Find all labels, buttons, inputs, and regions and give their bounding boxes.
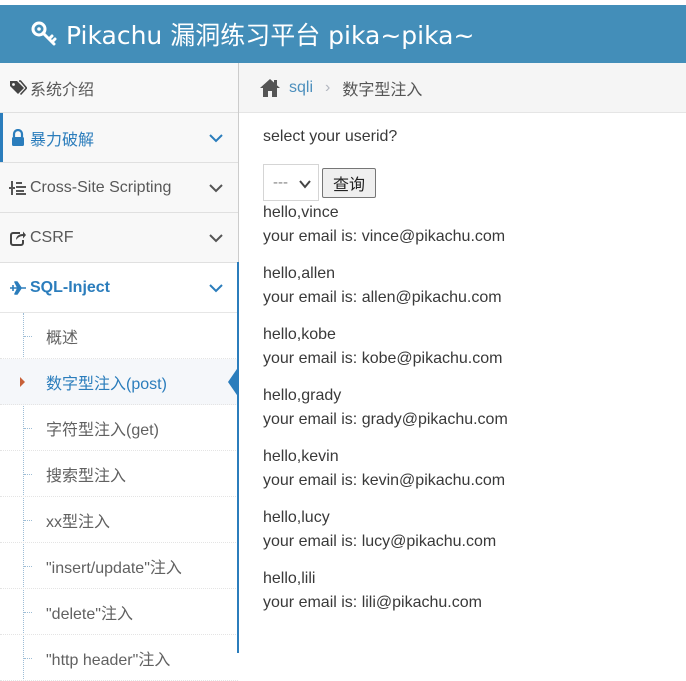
sidebar-item-label: 暴力破解 bbox=[30, 131, 95, 149]
main-content: select your userid? --- 查询 hello,vince y… bbox=[263, 113, 683, 628]
chevron-down-icon[interactable] bbox=[208, 180, 224, 196]
chevron-down-icon[interactable] bbox=[208, 230, 224, 246]
result-greeting: hello,allen bbox=[263, 265, 336, 282]
result-item: hello,allen your email is: allen@pikachu… bbox=[263, 262, 683, 323]
submenu-item-http-header[interactable]: "http header"注入 bbox=[0, 635, 238, 681]
breadcrumb-current: 数字型注入 bbox=[342, 81, 423, 99]
plane-icon bbox=[8, 278, 28, 298]
sidebar-item-label: Cross-Site Scripting bbox=[30, 178, 172, 196]
result-greeting: hello,lucy bbox=[263, 509, 330, 526]
result-greeting: hello,vince bbox=[263, 204, 339, 221]
submenu-item-label: 数字型注入(post) bbox=[46, 375, 167, 393]
result-greeting: hello,kobe bbox=[263, 326, 336, 343]
result-item: hello,lucy your email is: lucy@pikachu.c… bbox=[263, 506, 683, 567]
result-email: your email is: allen@pikachu.com bbox=[263, 289, 502, 306]
key-icon bbox=[30, 20, 58, 48]
submenu-item-label: 搜索型注入 bbox=[46, 467, 127, 485]
query-button[interactable]: 查询 bbox=[322, 168, 377, 198]
share-icon bbox=[8, 228, 28, 248]
lock-icon bbox=[8, 128, 28, 148]
top-navbar: Pikachu 漏洞练习平台 pika~pika~ bbox=[0, 0, 686, 63]
result-email: your email is: grady@pikachu.com bbox=[263, 411, 508, 428]
caret-right-icon bbox=[20, 376, 25, 387]
sql-inject-submenu: 概述 数字型注入(post) 字符型注入(get) 搜索型注入 xx型注入 "i… bbox=[0, 313, 239, 681]
sidebar-item-sql-inject[interactable]: SQL-Inject bbox=[0, 263, 238, 313]
submenu-item-xx[interactable]: xx型注入 bbox=[0, 497, 238, 543]
result-greeting: hello,kevin bbox=[263, 448, 339, 465]
userid-prompt: select your userid? bbox=[263, 128, 398, 145]
list-tree-icon bbox=[8, 178, 28, 198]
result-item: hello,lili your email is: lili@pikachu.c… bbox=[263, 567, 683, 628]
sidebar-accent-line bbox=[237, 262, 239, 653]
submenu-item-label: xx型注入 bbox=[46, 513, 111, 531]
submenu-item-label: 字符型注入(get) bbox=[46, 421, 159, 439]
chevron-down-icon[interactable] bbox=[208, 130, 224, 146]
result-email: your email is: lili@pikachu.com bbox=[263, 594, 482, 611]
select-value: --- bbox=[273, 173, 288, 191]
result-item: hello,kobe your email is: kobe@pikachu.c… bbox=[263, 323, 683, 384]
sidebar-item-brute-force[interactable]: 暴力破解 bbox=[0, 113, 238, 163]
submenu-item-string-get[interactable]: 字符型注入(get) bbox=[0, 405, 238, 451]
userid-select[interactable]: --- bbox=[263, 163, 319, 201]
app-title[interactable]: Pikachu 漏洞练习平台 pika~pika~ bbox=[66, 16, 474, 52]
query-form: --- 查询 bbox=[263, 163, 683, 201]
sidebar-item-intro[interactable]: 系统介绍 bbox=[0, 63, 238, 113]
sidebar-item-label: SQL-Inject bbox=[30, 278, 111, 296]
result-email: your email is: vince@pikachu.com bbox=[263, 228, 506, 245]
results-list: hello,vince your email is: vince@pikachu… bbox=[263, 201, 683, 628]
submenu-item-overview[interactable]: 概述 bbox=[0, 313, 238, 359]
submenu-item-label: 概述 bbox=[46, 329, 79, 347]
result-item: hello,grady your email is: grady@pikachu… bbox=[263, 384, 683, 445]
result-email: your email is: kobe@pikachu.com bbox=[263, 350, 503, 367]
result-item: hello,kevin your email is: kevin@pikachu… bbox=[263, 445, 683, 506]
sidebar-item-label: 系统介绍 bbox=[30, 81, 95, 99]
sidebar-item-label: CSRF bbox=[30, 228, 74, 246]
result-item: hello,vince your email is: vince@pikachu… bbox=[263, 201, 683, 262]
result-email: your email is: lucy@pikachu.com bbox=[263, 533, 497, 550]
submenu-item-label: "http header"注入 bbox=[46, 651, 171, 669]
submenu-item-insert-update[interactable]: "insert/update"注入 bbox=[0, 543, 238, 589]
sidebar: 系统介绍 暴力破解 Cross-Site Scripting CSRF SQL-… bbox=[0, 63, 239, 681]
tags-icon bbox=[8, 78, 28, 98]
submenu-item-numeric-post[interactable]: 数字型注入(post) bbox=[0, 359, 239, 405]
result-greeting: hello,grady bbox=[263, 387, 342, 404]
submenu-item-search[interactable]: 搜索型注入 bbox=[0, 451, 238, 497]
result-greeting: hello,lili bbox=[263, 570, 316, 587]
home-icon[interactable] bbox=[259, 77, 281, 99]
breadcrumb-link-sqli[interactable]: sqli bbox=[289, 79, 313, 97]
breadcrumb: sqli › 数字型注入 bbox=[239, 63, 686, 113]
chevron-down-icon bbox=[299, 179, 311, 189]
submenu-item-label: "delete"注入 bbox=[46, 605, 133, 623]
submenu-item-label: "insert/update"注入 bbox=[46, 559, 182, 577]
sidebar-item-xss[interactable]: Cross-Site Scripting bbox=[0, 163, 238, 213]
submenu-item-delete[interactable]: "delete"注入 bbox=[0, 589, 238, 635]
result-email: your email is: kevin@pikachu.com bbox=[263, 472, 506, 489]
breadcrumb-separator: › bbox=[325, 78, 331, 96]
chevron-down-icon[interactable] bbox=[208, 280, 224, 296]
sidebar-item-csrf[interactable]: CSRF bbox=[0, 213, 238, 263]
